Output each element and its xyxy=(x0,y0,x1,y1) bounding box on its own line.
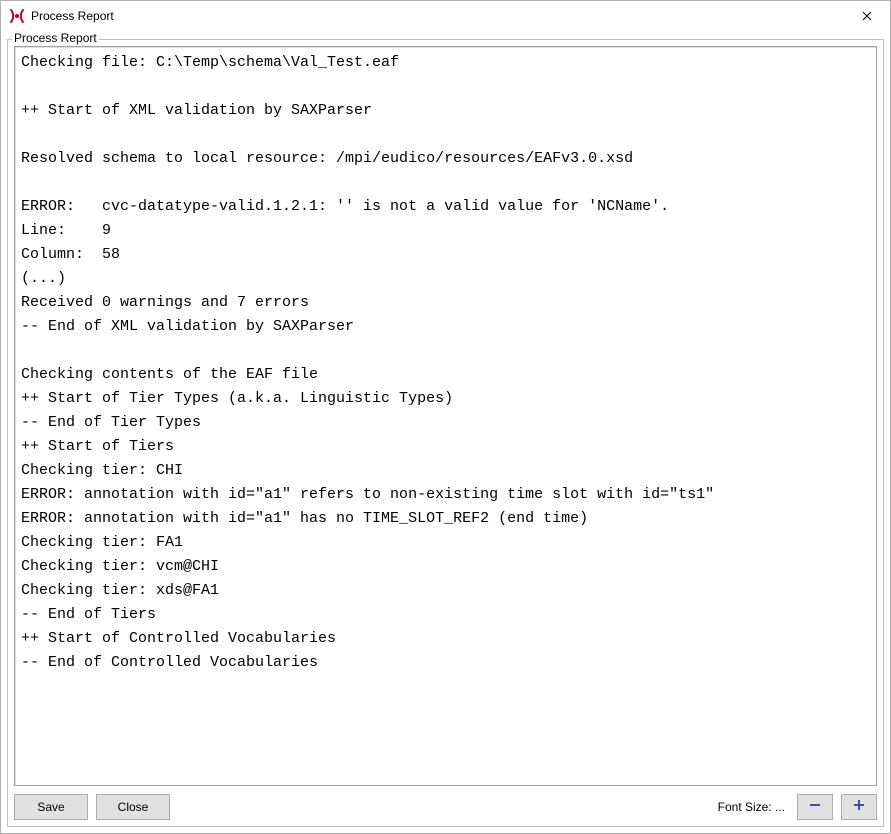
report-text-pane[interactable]: Checking file: C:\Temp\schema\Val_Test.e… xyxy=(14,46,877,786)
close-icon xyxy=(862,8,872,24)
window-close-button[interactable] xyxy=(844,1,890,31)
save-button[interactable]: Save xyxy=(14,794,88,820)
plus-icon xyxy=(852,798,866,817)
groupbox-label: Process Report xyxy=(12,31,99,45)
report-groupbox: Process Report Checking file: C:\Temp\sc… xyxy=(7,39,884,827)
client-area: Process Report Checking file: C:\Temp\sc… xyxy=(1,31,890,833)
bottom-bar: Save Close Font Size: ... xyxy=(14,786,877,820)
close-button[interactable]: Close xyxy=(96,794,170,820)
process-report-window: Process Report Process Report Checking f… xyxy=(0,0,891,834)
font-increase-button[interactable] xyxy=(841,794,877,820)
minus-icon xyxy=(808,798,822,817)
titlebar: Process Report xyxy=(1,1,890,31)
font-decrease-button[interactable] xyxy=(797,794,833,820)
font-size-label: Font Size: ... xyxy=(718,800,785,814)
app-icon xyxy=(9,8,25,24)
window-title: Process Report xyxy=(31,9,844,23)
